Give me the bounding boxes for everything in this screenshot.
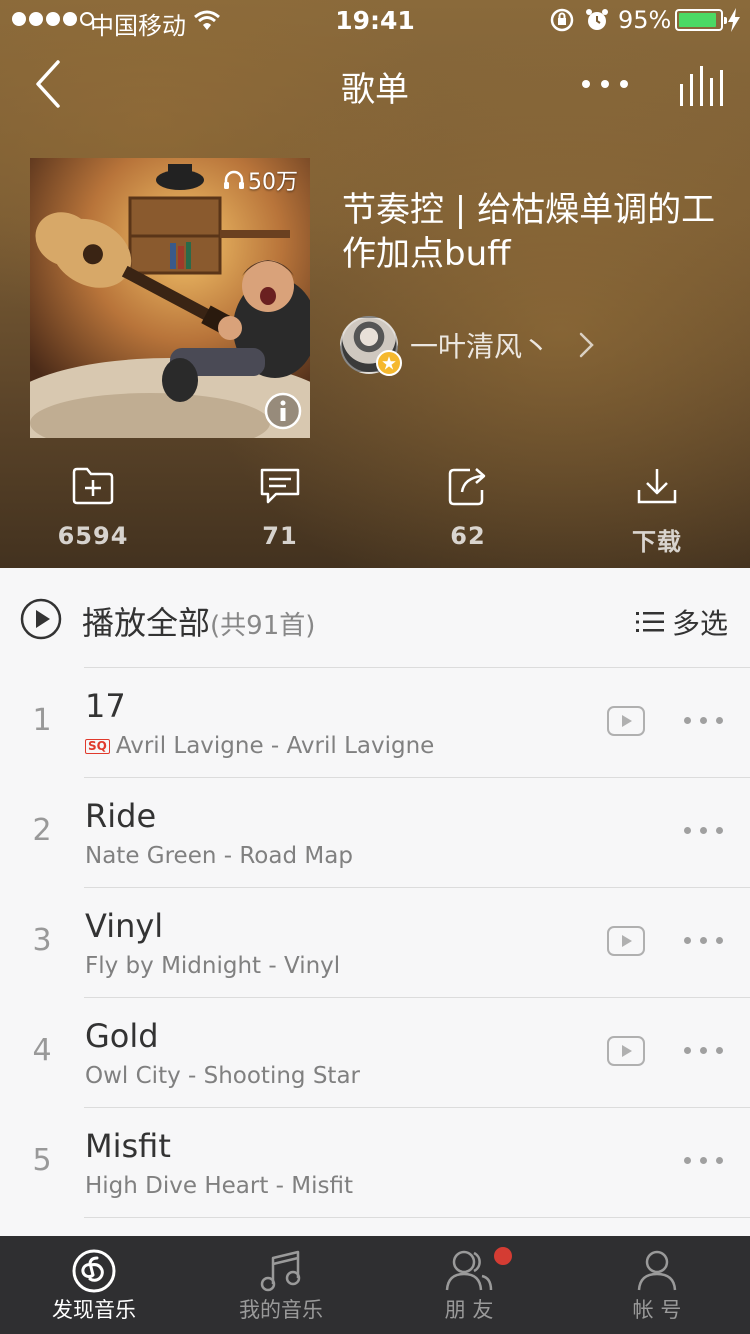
info-icon[interactable] bbox=[264, 392, 302, 430]
song-index: 3 bbox=[32, 923, 52, 958]
tab-bar: 发现音乐 我的音乐 朋 友 帐 号 bbox=[0, 1236, 750, 1334]
alarm-icon bbox=[586, 9, 608, 30]
play-count: 50万 bbox=[223, 164, 298, 196]
tab-discover-music[interactable]: 发现音乐 bbox=[0, 1236, 188, 1334]
add-folder-icon bbox=[72, 467, 114, 505]
orientation-lock-icon bbox=[550, 8, 574, 32]
song-subtitle: Fly by Midnight - Vinyl bbox=[85, 953, 340, 979]
song-title: 17 bbox=[85, 687, 126, 725]
account-icon bbox=[637, 1250, 677, 1291]
notification-badge bbox=[492, 1245, 514, 1267]
play-all-button[interactable]: 播放全部(共91首) bbox=[82, 598, 315, 644]
headphones-icon bbox=[224, 170, 244, 189]
status-bar: 中国移动 19:41 95% bbox=[0, 0, 750, 40]
mv-icon[interactable] bbox=[606, 1035, 646, 1067]
song-index: 5 bbox=[32, 1143, 52, 1178]
song-artist-album: Owl City - Shooting Star bbox=[85, 1063, 361, 1089]
song-row[interactable]: 4 Gold Owl City - Shooting Star bbox=[0, 997, 750, 1107]
play-all-icon[interactable] bbox=[20, 598, 62, 640]
mv-icon[interactable] bbox=[606, 925, 646, 957]
more-options-button[interactable] bbox=[582, 70, 638, 98]
comment-icon bbox=[260, 468, 300, 504]
play-all-bar: 播放全部(共91首) 多选 bbox=[0, 568, 750, 668]
song-more-button[interactable] bbox=[684, 1157, 724, 1167]
download-icon bbox=[637, 469, 677, 504]
song-artist-album: Fly by Midnight - Vinyl bbox=[85, 953, 341, 979]
song-row[interactable]: 3 Vinyl Fly by Midnight - Vinyl bbox=[0, 887, 750, 997]
creator-name: 一叶清风丶 bbox=[410, 330, 551, 363]
song-more-button[interactable] bbox=[684, 717, 724, 727]
song-row[interactable]: 5 Misfit High Dive Heart - Misfit bbox=[0, 1107, 750, 1217]
divider bbox=[84, 1217, 750, 1218]
friends-icon bbox=[445, 1250, 493, 1291]
tab-label: 帐 号 bbox=[632, 1298, 682, 1322]
song-artist-album: Avril Lavigne - Avril Lavigne bbox=[115, 733, 435, 759]
tab-my-music[interactable]: 我的音乐 bbox=[187, 1236, 375, 1334]
playlist-header: 中国移动 19:41 95% 歌单 50万 节奏控 | 给枯燥单调的工作加点bu… bbox=[0, 0, 750, 568]
song-more-button[interactable] bbox=[684, 937, 724, 947]
song-title: Vinyl bbox=[85, 907, 164, 945]
charging-icon bbox=[728, 8, 740, 32]
song-more-button[interactable] bbox=[684, 1047, 724, 1057]
song-title: Ride bbox=[85, 797, 157, 835]
play-count-value: 50万 bbox=[248, 170, 298, 195]
collect-count: 6594 bbox=[57, 522, 129, 550]
download-label: 下载 bbox=[632, 528, 682, 556]
song-title: Gold bbox=[85, 1017, 159, 1055]
playlist-title: 节奏控 | 给枯燥单调的工作加点buff bbox=[342, 190, 716, 274]
song-title: Misfit bbox=[85, 1127, 171, 1165]
chevron-right-icon bbox=[579, 332, 594, 358]
tab-label: 我的音乐 bbox=[239, 1298, 323, 1322]
share-count: 62 bbox=[450, 522, 486, 550]
song-subtitle: Owl City - Shooting Star bbox=[85, 1063, 360, 1089]
netease-music-icon bbox=[72, 1249, 116, 1293]
vip-star-icon bbox=[376, 350, 402, 376]
now-playing-button[interactable] bbox=[676, 62, 726, 108]
song-index: 4 bbox=[32, 1033, 52, 1068]
comment-count: 71 bbox=[262, 522, 298, 550]
music-note-icon bbox=[260, 1250, 301, 1292]
song-count: (共91首) bbox=[210, 611, 316, 641]
download-button[interactable]: 下载 bbox=[597, 466, 717, 557]
song-subtitle: Nate Green - Road Map bbox=[85, 843, 353, 869]
collect-button[interactable]: 6594 bbox=[33, 466, 153, 550]
song-more-button[interactable] bbox=[684, 827, 724, 837]
playlist-actions: 6594 71 62 下载 bbox=[0, 466, 750, 566]
playlist-cover[interactable]: 50万 bbox=[30, 158, 310, 438]
play-all-label: 播放全部 bbox=[82, 604, 211, 642]
share-button[interactable]: 62 bbox=[408, 466, 528, 550]
list-icon bbox=[635, 612, 664, 632]
song-row[interactable]: 2 Ride Nate Green - Road Map bbox=[0, 777, 750, 887]
tab-label: 发现音乐 bbox=[52, 1298, 136, 1322]
song-row[interactable]: 1 17 SQ Avril Lavigne - Avril Lavigne bbox=[0, 667, 750, 777]
song-index: 1 bbox=[32, 703, 52, 738]
song-artist-album: High Dive Heart - Misfit bbox=[85, 1173, 354, 1199]
mv-icon[interactable] bbox=[606, 705, 646, 737]
song-list: 1 17 SQ Avril Lavigne - Avril Lavigne 2 … bbox=[0, 667, 750, 1218]
share-icon bbox=[448, 468, 486, 506]
multi-select-label: 多选 bbox=[671, 607, 728, 640]
creator-link[interactable]: 一叶清风丶 bbox=[340, 314, 596, 376]
battery-percent: 95% bbox=[618, 6, 672, 34]
comment-button[interactable]: 71 bbox=[220, 466, 340, 550]
song-subtitle: High Dive Heart - Misfit bbox=[85, 1173, 353, 1199]
sq-badge: SQ bbox=[85, 738, 110, 754]
battery-icon bbox=[675, 9, 727, 31]
tab-account[interactable]: 帐 号 bbox=[563, 1236, 750, 1334]
song-subtitle: SQ Avril Lavigne - Avril Lavigne bbox=[85, 733, 434, 759]
tab-label: 朋 友 bbox=[444, 1298, 494, 1322]
avatar bbox=[340, 316, 402, 376]
tab-friends[interactable]: 朋 友 bbox=[375, 1236, 563, 1334]
song-artist-album: Nate Green - Road Map bbox=[85, 843, 353, 869]
multi-select-button[interactable]: 多选 bbox=[635, 602, 728, 642]
song-index: 2 bbox=[32, 813, 52, 848]
